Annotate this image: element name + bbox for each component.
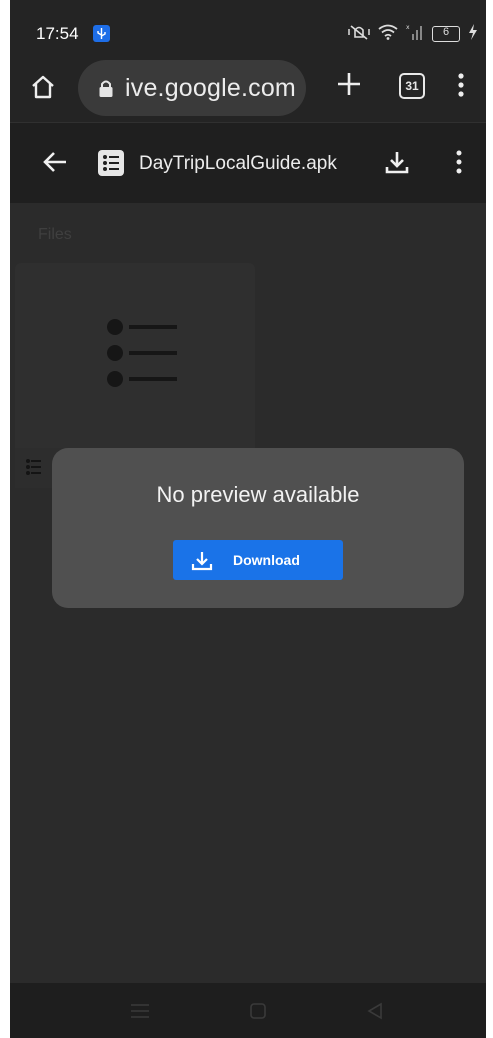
back-arrow-icon[interactable] — [42, 149, 68, 180]
mute-vibrate-icon — [348, 23, 370, 46]
files-label: Files — [38, 226, 72, 243]
status-icons: x 6 — [348, 23, 478, 46]
url-text: ive.google.com — [125, 74, 296, 102]
recents-menu-icon[interactable] — [130, 1002, 150, 1025]
list-file-icon — [107, 319, 177, 394]
download-button-label: Download — [233, 552, 300, 568]
battery-level: 6 — [442, 26, 450, 38]
file-type-icon — [98, 150, 124, 176]
signal-icon: x — [406, 23, 424, 46]
address-bar[interactable]: ive.google.com — [78, 60, 306, 116]
phone-screen: 17:54 x 6 ive.google.com 31 DayTripLocal… — [10, 0, 486, 1038]
home-square-icon[interactable] — [249, 1002, 267, 1025]
status-time: 17:54 — [36, 24, 79, 43]
lock-icon — [98, 79, 114, 103]
svg-text:x: x — [406, 24, 410, 31]
system-nav-bar — [10, 983, 486, 1038]
download-icon — [191, 550, 213, 577]
charging-icon — [468, 23, 478, 45]
download-button[interactable]: Download — [173, 540, 343, 580]
small-file-icon — [25, 458, 43, 481]
no-preview-dialog: No preview available Download — [52, 448, 464, 608]
home-icon[interactable] — [30, 74, 56, 105]
browser-toolbar: ive.google.com 31 — [10, 56, 486, 123]
file-name: DayTripLocalGuide.apk — [139, 153, 337, 174]
tab-switcher-icon[interactable]: 31 — [399, 73, 425, 99]
wifi-icon — [378, 24, 398, 45]
menu-kebab-icon[interactable] — [457, 72, 465, 103]
battery-icon: 6 — [432, 26, 460, 42]
usb-icon — [93, 25, 110, 42]
new-tab-plus-icon[interactable] — [336, 71, 362, 102]
file-thumbnail-card[interactable] — [15, 263, 255, 473]
back-triangle-icon[interactable] — [366, 1002, 384, 1025]
download-icon[interactable] — [384, 149, 410, 180]
more-options-icon[interactable] — [455, 149, 463, 180]
drive-file-header: DayTripLocalGuide.apk — [10, 123, 486, 203]
no-preview-message: No preview available — [156, 482, 360, 507]
status-bar: 17:54 x 6 — [10, 0, 486, 56]
